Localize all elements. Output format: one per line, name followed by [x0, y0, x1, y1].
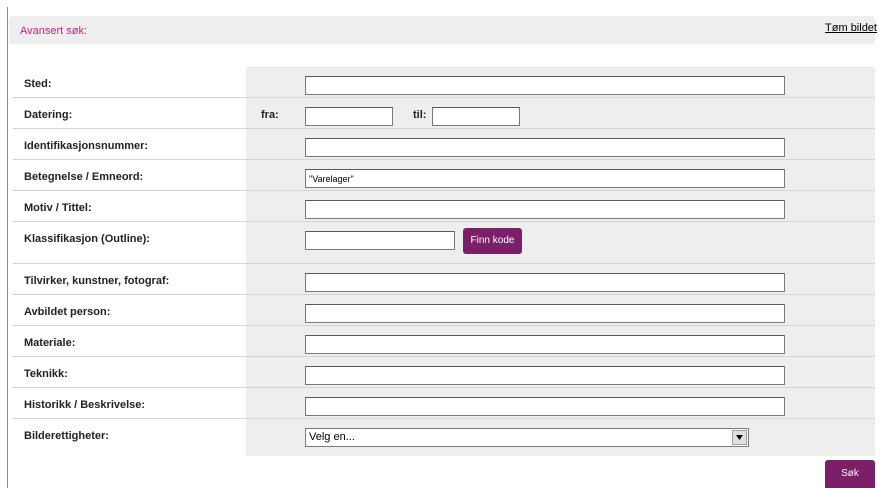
datering-label: Datering: [24, 109, 73, 121]
identifikasjonsnummer-label: Identifikasjonsnummer: [24, 140, 149, 152]
motiv-label: Motiv / Tittel: [24, 202, 92, 214]
frame-border [7, 7, 8, 488]
identifikasjonsnummer-input[interactable] [305, 138, 785, 157]
bilderettigheter-label: Bilderettigheter: [24, 430, 109, 442]
datering-from-label: fra: [261, 109, 279, 121]
find-code-button[interactable]: Finn kode [463, 228, 522, 254]
tilvirker-cell [246, 264, 875, 294]
historikk-cell [246, 388, 875, 418]
advanced-search-header: Avansert søk: Tøm bildet [9, 16, 877, 44]
teknikk-cell [246, 357, 875, 387]
avbildet-cell [246, 295, 875, 325]
avbildet-input[interactable] [305, 304, 785, 323]
datering-to-label: til: [413, 109, 427, 121]
sted-label: Sted: [24, 78, 52, 90]
row-historikk: Historikk / Beskrivelse: [13, 387, 875, 418]
motiv-input[interactable] [305, 200, 785, 219]
tilvirker-label: Tilvirker, kunstner, fotograf: [24, 275, 170, 287]
row-identifikasjonsnummer: Identifikasjonsnummer: [13, 128, 875, 159]
sted-input[interactable] [305, 76, 785, 95]
top-cut-off-text [0, 0, 880, 7]
datering-cell: fra: til: [246, 98, 875, 128]
row-tilvirker: Tilvirker, kunstner, fotograf: [13, 263, 875, 294]
advanced-search-form: Sted: Datering: fra: til: Identifikasjon… [13, 67, 875, 456]
materiale-input[interactable] [305, 335, 785, 354]
datering-from-input[interactable] [305, 107, 393, 126]
row-bilderettigheter: Bilderettigheter: Velg en... [13, 418, 875, 456]
row-avbildet: Avbildet person: [13, 294, 875, 325]
header-title: Avansert søk: [20, 25, 88, 37]
row-betegnelse: Betegnelse / Emneord: [13, 159, 875, 190]
bilderettigheter-select[interactable]: Velg en... [305, 428, 749, 447]
row-teknikk: Teknikk: [13, 356, 875, 387]
bilderettigheter-selected: Velg en... [309, 431, 355, 443]
klassifikasjon-label: Klassifikasjon (Outline): [24, 233, 150, 245]
row-klassifikasjon: Klassifikasjon (Outline): Finn kode [13, 221, 875, 263]
clear-image-link[interactable]: Tøm bildet [825, 22, 877, 34]
bilderettigheter-cell: Velg en... [246, 419, 875, 456]
row-sted: Sted: [13, 67, 875, 97]
row-materiale: Materiale: [13, 325, 875, 356]
search-button[interactable]: Søk [825, 460, 875, 488]
avbildet-label: Avbildet person: [24, 306, 111, 318]
klassifikasjon-cell: Finn kode [246, 222, 875, 263]
datering-to-input[interactable] [432, 107, 520, 126]
historikk-label: Historikk / Beskrivelse: [24, 399, 146, 411]
teknikk-label: Teknikk: [24, 368, 68, 380]
historikk-input[interactable] [305, 397, 785, 416]
dropdown-arrow-icon[interactable] [732, 430, 747, 445]
betegnelse-input[interactable] [305, 169, 785, 188]
teknikk-input[interactable] [305, 366, 785, 385]
row-datering: Datering: fra: til: [13, 97, 875, 128]
materiale-label: Materiale: [24, 337, 76, 349]
betegnelse-label: Betegnelse / Emneord: [24, 171, 144, 183]
tilvirker-input[interactable] [305, 273, 785, 292]
materiale-cell [246, 326, 875, 356]
motiv-cell [246, 191, 875, 221]
identifikasjonsnummer-cell [246, 129, 875, 159]
row-motiv: Motiv / Tittel: [13, 190, 875, 221]
betegnelse-cell [246, 160, 875, 190]
sted-cell [246, 67, 875, 97]
klassifikasjon-input[interactable] [305, 231, 455, 250]
